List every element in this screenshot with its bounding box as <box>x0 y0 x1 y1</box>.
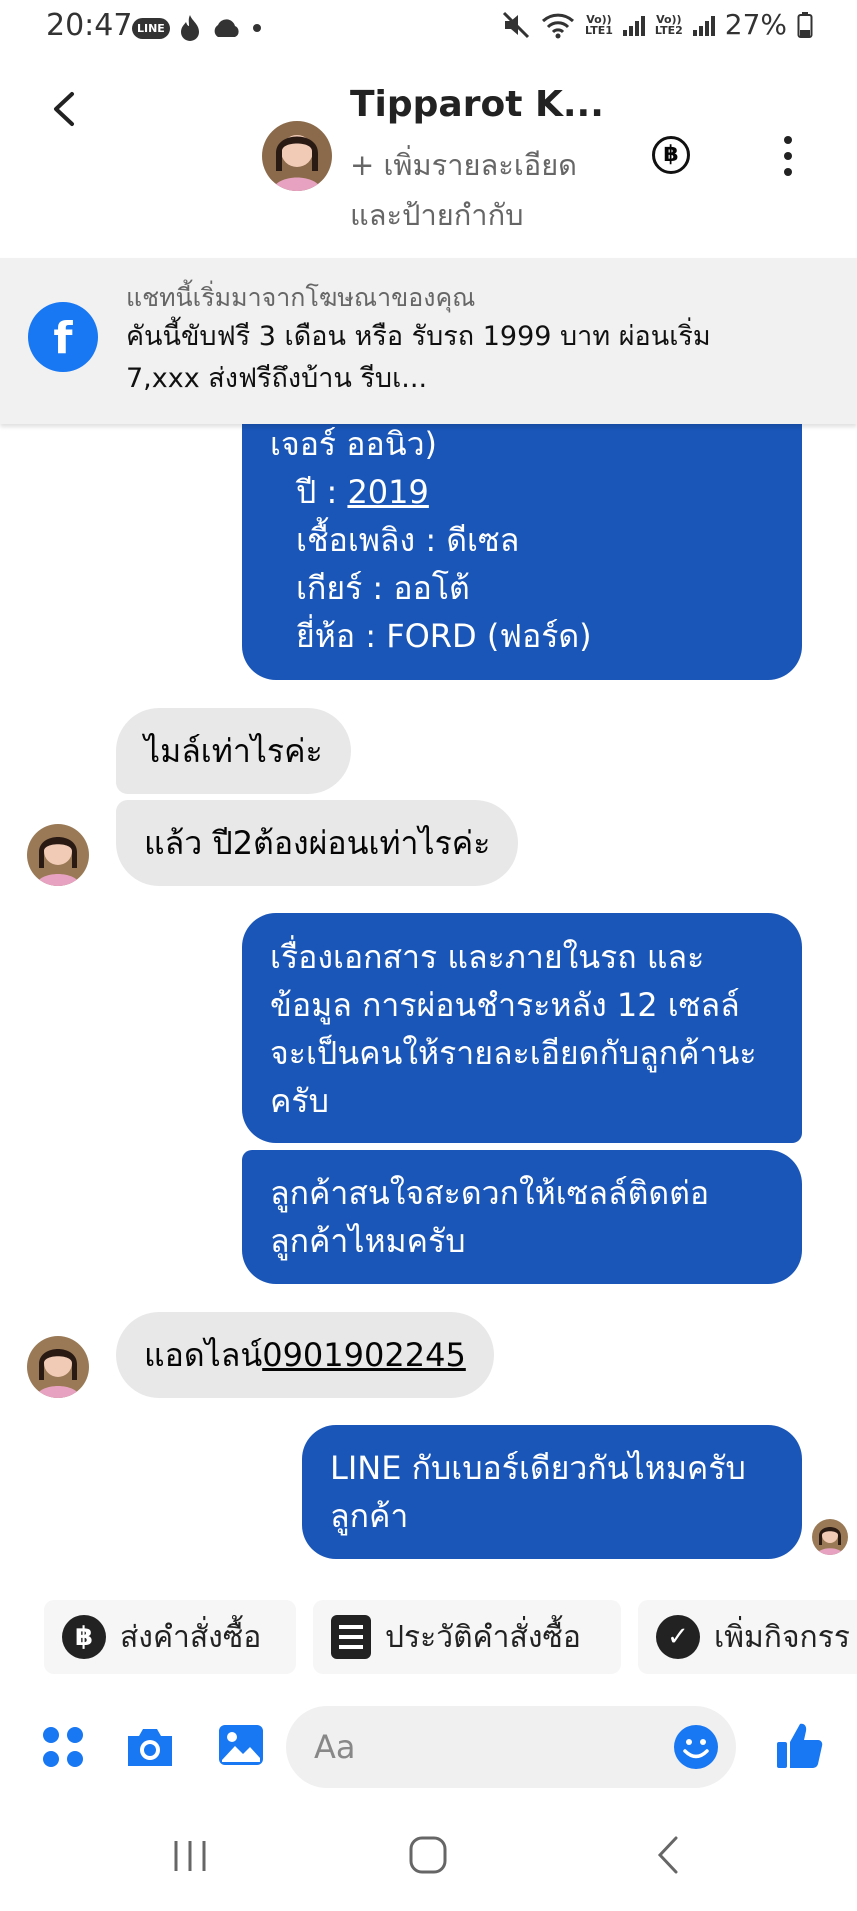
cloud-icon <box>214 19 239 37</box>
message-line: เจอร์ ออนิว) <box>270 425 438 463</box>
gallery-icon[interactable] <box>216 1722 266 1768</box>
send-order-button[interactable]: ฿ ส่งคำสั่งซื้อ <box>44 1600 296 1674</box>
contact-name[interactable]: Tipparot K... <box>350 84 604 125</box>
message-line: ยี่ห้อ : FORD (ฟอร์ด) <box>296 617 592 655</box>
dot-icon <box>252 24 261 32</box>
back-arrow-icon[interactable] <box>46 78 86 138</box>
incoming-message[interactable]: ไมล์เท่าไรค่ะ <box>116 708 351 794</box>
message-line: เชื้อเพลิง : ดีเซล <box>296 521 520 559</box>
status-time: 20:47 <box>46 8 133 43</box>
home-icon[interactable] <box>408 1835 448 1875</box>
signal-2-icon <box>692 14 715 36</box>
order-history-label: ประวัติคำสั่งซื้อ <box>385 1619 581 1655</box>
baht-icon[interactable]: ฿ <box>652 136 690 174</box>
notification-icons: LINE <box>132 10 264 46</box>
contact-avatar-small <box>27 1336 89 1398</box>
add-details-link[interactable]: + เพิ่มรายละเอียดและป้ายกำกับ <box>350 140 610 240</box>
baht-icon: ฿ <box>62 1615 106 1659</box>
message-input-placeholder: Aa <box>314 1728 356 1766</box>
status-right: Vo)) LTE1 Vo)) LTE2 27% <box>501 8 813 41</box>
camera-icon[interactable] <box>124 1724 176 1770</box>
wifi-icon <box>541 13 575 38</box>
apps-grid-icon[interactable] <box>40 1724 86 1770</box>
flame-icon <box>180 15 199 41</box>
emoji-icon[interactable] <box>673 1724 719 1770</box>
checkmark-icon: ✓ <box>656 1615 700 1659</box>
phone-number-link[interactable]: 0901902245 <box>262 1336 466 1374</box>
outgoing-message[interactable]: ลูกค้าสนใจสะดวกให้เซลล์ติดต่อลูกค้าไหมคร… <box>242 1150 802 1284</box>
outgoing-message[interactable]: เรื่องเอกสาร และภายในรถ และข้อมูล การผ่อ… <box>242 913 802 1143</box>
ad-banner-label: แชทนี้เริ่มมาจากโฆษณาของคุณ <box>126 283 476 312</box>
lte2-indicator: Vo)) LTE2 <box>654 12 683 37</box>
incoming-message[interactable]: แล้ว ปี2ต้องผ่อนเท่าไรค่ะ <box>116 800 519 886</box>
incoming-message[interactable]: แอดไลน์0901902245 <box>116 1312 494 1398</box>
facebook-icon: f <box>28 302 98 372</box>
status-bar: 20:47 LINE Vo)) LTE1 Vo)) LTE2 27% <box>0 0 857 56</box>
mute-icon <box>502 11 530 38</box>
document-icon <box>331 1615 371 1659</box>
recent-apps-icon[interactable] <box>170 1838 210 1874</box>
message-line: ปี : 2019 <box>296 473 429 511</box>
add-activity-label: เพิ่มกิจกรร <box>714 1619 850 1655</box>
year-link[interactable]: 2019 <box>347 473 428 511</box>
lte1-indicator: Vo)) LTE1 <box>585 12 613 37</box>
battery-percent: 27% <box>724 8 787 41</box>
order-history-button[interactable]: ประวัติคำสั่งซื้อ <box>313 1600 621 1674</box>
ad-banner-text: คันนี้ขับฟรี 3 เดือน หรือ รับรถ 1999 บาท… <box>126 321 711 394</box>
outgoing-message[interactable]: LINE กับเบอร์เดียวกันไหมครับ ลูกค้า <box>302 1425 802 1559</box>
battery-icon <box>797 11 813 38</box>
line-notification-icon: LINE <box>132 17 170 39</box>
outgoing-message[interactable]: เจอร์ ออนิว) ปี : 2019 เชื้อเพลิง : ดีเซ… <box>242 380 802 680</box>
send-order-label: ส่งคำสั่งซื้อ <box>120 1619 262 1655</box>
like-thumb-icon[interactable] <box>774 1720 824 1772</box>
more-options-icon[interactable] <box>782 136 794 180</box>
add-activity-button[interactable]: ✓ เพิ่มกิจกรร <box>638 1600 857 1674</box>
signal-1-icon <box>622 14 645 36</box>
system-back-icon[interactable] <box>654 1834 682 1876</box>
seen-avatar <box>812 1519 848 1555</box>
contact-avatar[interactable] <box>262 121 332 191</box>
message-line: เกียร์ : ออโต้ <box>296 569 470 607</box>
contact-avatar-small <box>27 824 89 886</box>
